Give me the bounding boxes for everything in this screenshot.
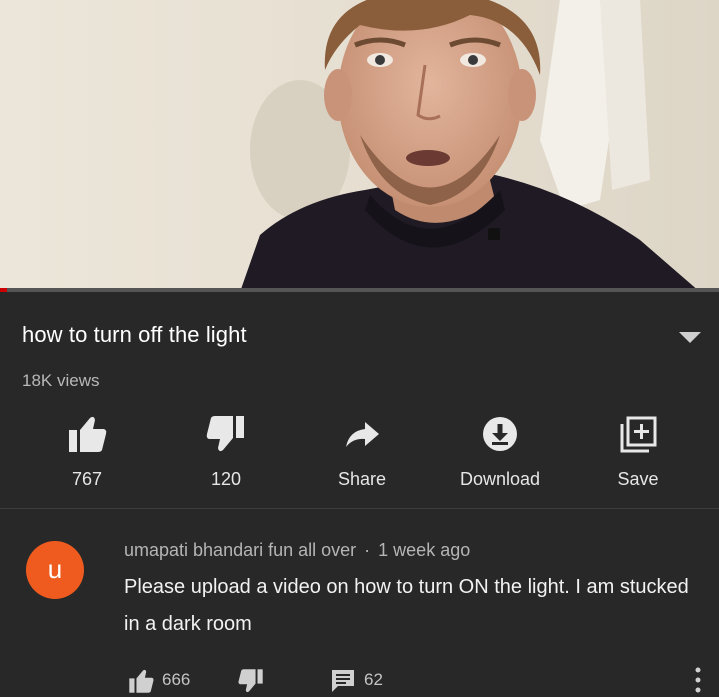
video-title: how to turn off the light	[22, 322, 247, 347]
more-vert-icon[interactable]	[695, 666, 701, 696]
comment-reply-count: 62	[364, 670, 383, 689]
share-button[interactable]: Share	[302, 414, 422, 494]
view-count: 18K views	[22, 371, 100, 390]
save-label: Save	[617, 469, 659, 489]
like-count: 767	[71, 469, 103, 489]
section-divider	[0, 508, 719, 509]
video-frame-image	[0, 0, 719, 292]
dislike-count: 120	[210, 469, 242, 489]
progress-bar-fill	[0, 288, 7, 292]
save-icon	[620, 416, 657, 453]
like-icon	[129, 669, 154, 693]
comment-time: 1 week ago	[378, 540, 471, 560]
comment-dislike-button[interactable]	[236, 668, 268, 694]
comment-meta: umapati bhandari fun all over · 1 week ago	[124, 540, 470, 561]
like-icon	[69, 416, 107, 452]
dislike-button[interactable]: 120	[166, 414, 286, 494]
share-icon	[346, 422, 379, 447]
video-player[interactable]	[0, 0, 719, 292]
comment-like-count: 666	[162, 670, 191, 689]
download-label: Download	[459, 469, 541, 489]
meta-separator: ·	[364, 540, 371, 560]
youtube-watch-page: how to turn off the light 18K views 767 …	[0, 0, 719, 697]
progress-bar[interactable]	[0, 288, 719, 292]
comment-author[interactable]: umapati bhandari fun all over	[124, 540, 356, 560]
download-icon	[483, 417, 517, 451]
commenter-avatar[interactable]: u	[26, 541, 84, 599]
expand-caret-icon[interactable]	[679, 332, 701, 343]
comment-text: Please upload a video on how to turn ON …	[124, 576, 689, 635]
download-button[interactable]: Download	[440, 414, 560, 494]
comment-reply-button[interactable]: 62	[330, 668, 410, 694]
reply-icon	[332, 670, 354, 692]
dislike-icon	[238, 669, 263, 693]
like-button[interactable]: 767	[27, 414, 147, 494]
dislike-icon	[206, 416, 244, 452]
comment-like-button[interactable]: 666	[126, 668, 216, 694]
save-button[interactable]: Save	[578, 414, 698, 494]
share-label: Share	[337, 469, 387, 489]
